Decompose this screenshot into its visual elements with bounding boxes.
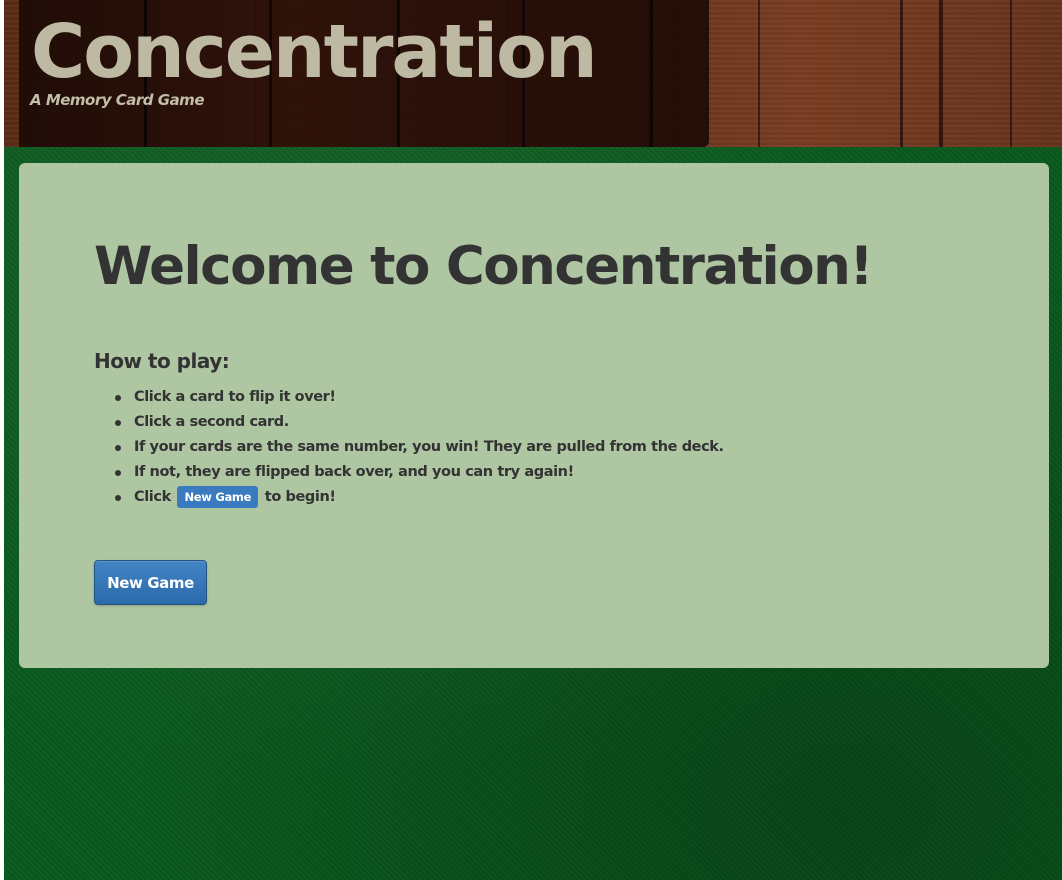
rule-text-before: Click xyxy=(134,489,171,505)
rule-item: Click New Game to begin! xyxy=(94,485,724,510)
bullet-icon xyxy=(115,420,121,426)
rule-text: If not, they are flipped back over, and … xyxy=(134,464,574,480)
welcome-heading: Welcome to Concentration! xyxy=(94,236,874,297)
rules-list: Click a card to flip it over! Click a se… xyxy=(94,385,724,510)
rule-item: Click a second card. xyxy=(94,410,724,435)
site-title: Concentration xyxy=(31,9,598,95)
site-subtitle: A Memory Card Game xyxy=(30,91,205,109)
bullet-icon xyxy=(115,395,121,401)
rule-text: If your cards are the same number, you w… xyxy=(134,439,724,455)
new-game-button[interactable]: New Game xyxy=(94,560,207,605)
rule-item: Click a card to flip it over! xyxy=(94,385,724,410)
rule-item: If not, they are flipped back over, and … xyxy=(94,460,724,485)
bullet-icon xyxy=(115,445,121,451)
rule-text: Click a card to flip it over! xyxy=(134,389,336,405)
wood-plank-divider xyxy=(939,0,943,147)
how-to-play-heading: How to play: xyxy=(94,349,230,373)
bullet-icon xyxy=(115,470,121,476)
page: Concentration A Memory Card Game Welcome… xyxy=(4,0,1062,880)
inline-new-game-label: New Game xyxy=(177,486,259,508)
welcome-panel: Welcome to Concentration! How to play: C… xyxy=(19,163,1049,668)
site-header: Concentration A Memory Card Game xyxy=(4,0,1062,147)
rule-item: If your cards are the same number, you w… xyxy=(94,435,724,460)
rule-text: Click a second card. xyxy=(134,414,289,430)
rule-text-after: to begin! xyxy=(264,489,336,505)
bullet-icon xyxy=(115,495,121,501)
